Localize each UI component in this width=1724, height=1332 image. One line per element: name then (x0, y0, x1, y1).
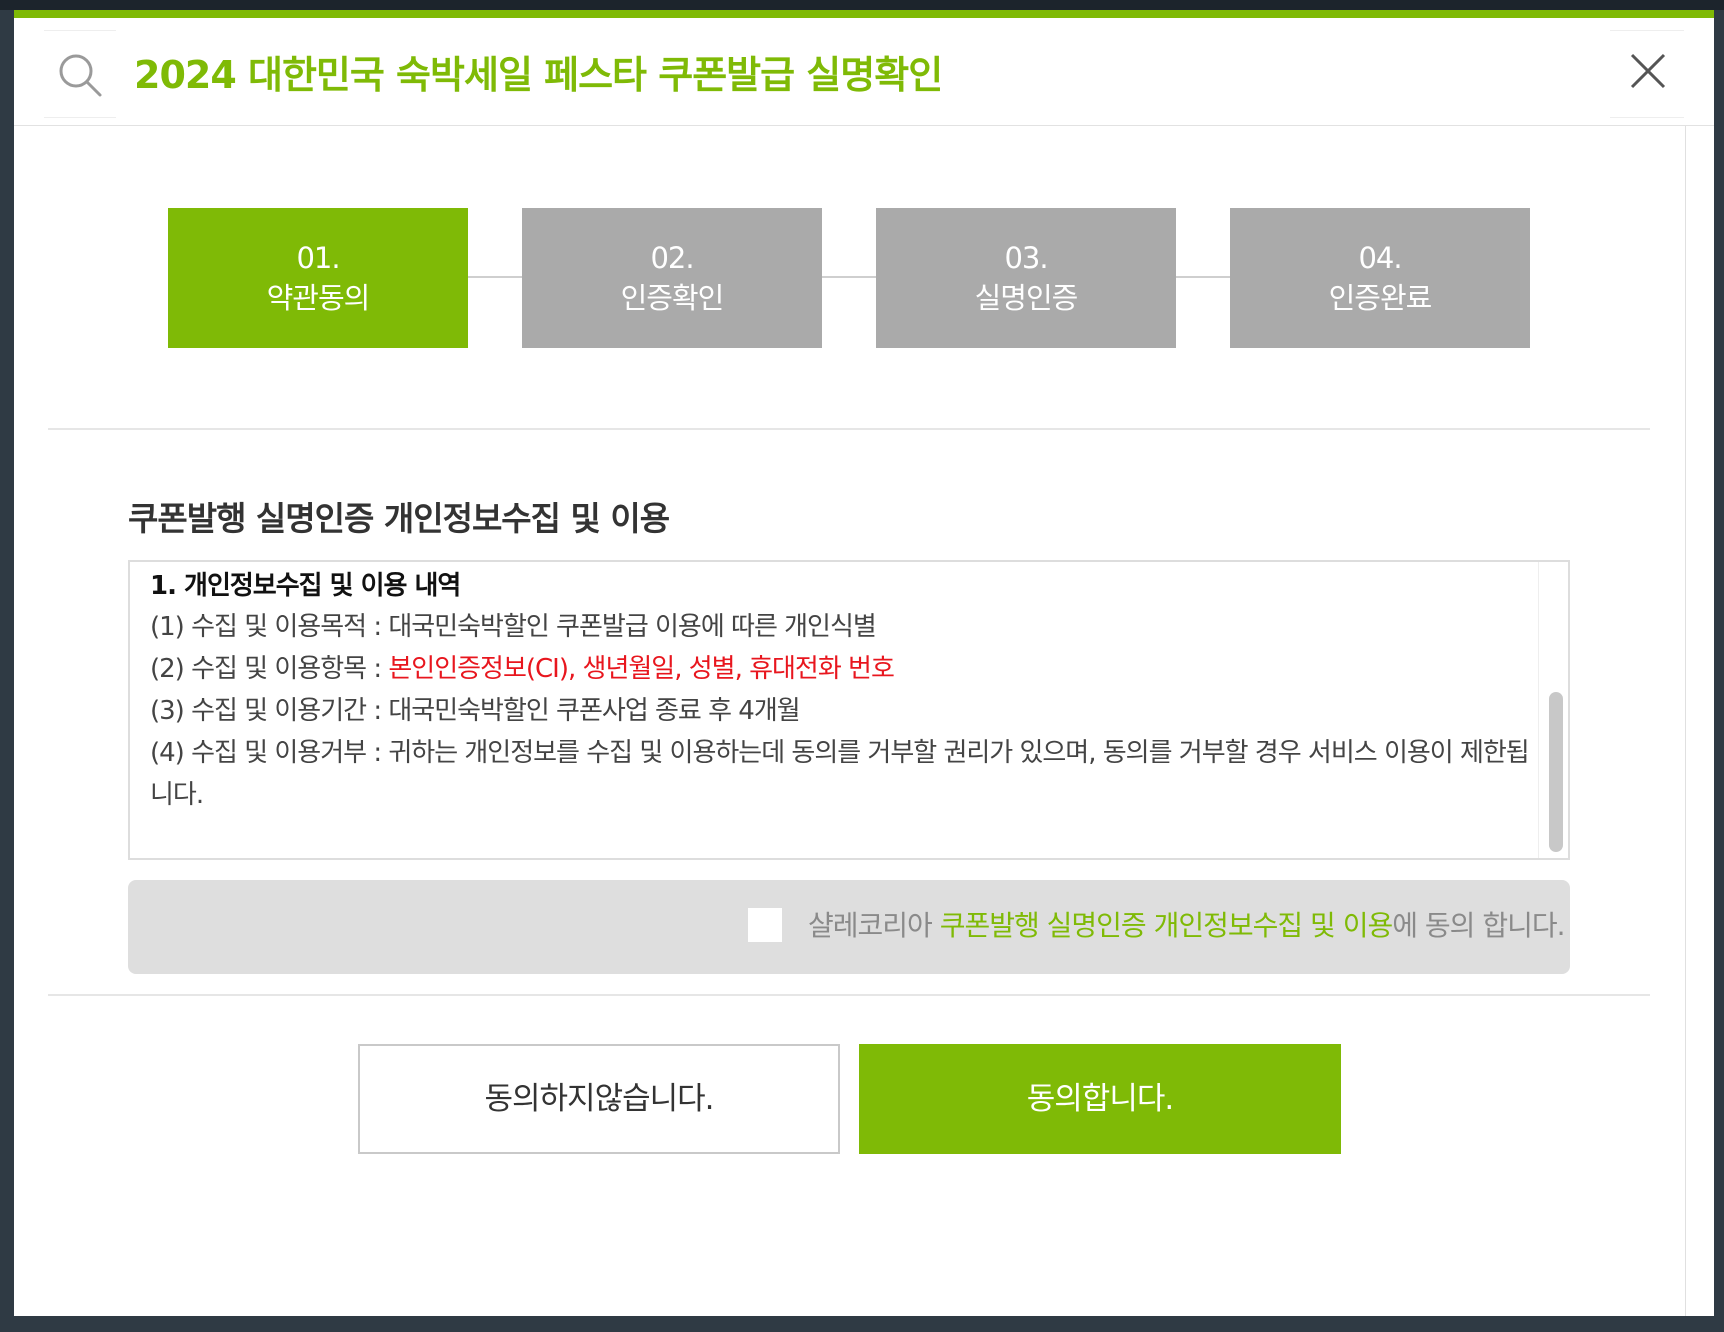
terms-heading: 1. 개인정보수집 및 이용 내역 (150, 571, 461, 601)
section-title: 쿠폰발행 실명인증 개인정보수집 및 이용 (128, 499, 670, 538)
step-number: 02. (650, 241, 694, 275)
real-name-verification-modal: 2024 대한민국 숙박세일 페스타 쿠폰발급 실명확인 01. 약관동의 02… (14, 10, 1714, 1316)
terms-line-refusal: (4) 수집 및 이용거부 : 귀하는 개인정보를 수집 및 이용하는데 동의를… (150, 738, 1530, 810)
disagree-button[interactable]: 동의하지않습니다. (358, 1044, 840, 1154)
terms-content: 1. 개인정보수집 및 이용 내역 (1) 수집 및 이용목적 : 대국민숙박할… (150, 566, 1530, 816)
step-label: 인증완료 (1328, 281, 1433, 315)
terms-line-items: (2) 수집 및 이용항목 : 본인인증정보(CI), 생년월일, 성별, 휴대… (150, 648, 1530, 690)
agree-checkbox[interactable] (748, 908, 782, 942)
step-3: 03. 실명인증 (876, 208, 1176, 348)
step-2: 02. 인증확인 (522, 208, 822, 348)
close-button[interactable] (1610, 30, 1684, 118)
terms-items-prefix: (2) 수집 및 이용항목 : (150, 654, 389, 684)
search-icon-box (44, 30, 116, 118)
modal-title: 2024 대한민국 숙박세일 페스타 쿠폰발급 실명확인 (134, 53, 943, 97)
backdrop (0, 0, 1724, 10)
step-label: 약관동의 (266, 281, 371, 315)
agree-button[interactable]: 동의합니다. (859, 1044, 1341, 1154)
step-connector (822, 276, 882, 278)
step-number: 03. (1004, 241, 1048, 275)
step-number: 01. (296, 241, 340, 275)
step-label: 인증확인 (620, 281, 725, 315)
terms-line-purpose: (1) 수집 및 이용목적 : 대국민숙박할인 쿠폰발급 이용에 따른 개인식별 (150, 612, 877, 642)
step-4: 04. 인증완료 (1230, 208, 1530, 348)
close-icon (1630, 53, 1666, 89)
modal-scroll-edge (1685, 126, 1686, 1316)
agree-prefix: 샬레코리아 (808, 909, 940, 942)
step-number: 04. (1358, 241, 1402, 275)
agree-suffix: 에 동의 합니다. (1392, 909, 1565, 942)
agree-bar: 샬레코리아 쿠폰발행 실명인증 개인정보수집 및 이용에 동의 합니다. (128, 880, 1570, 974)
terms-scrollbar[interactable] (1538, 562, 1568, 858)
divider (48, 428, 1650, 430)
terms-scroll-thumb[interactable] (1549, 692, 1563, 852)
modal-header: 2024 대한민국 숙박세일 페스타 쿠폰발급 실명확인 (14, 18, 1714, 126)
divider (48, 994, 1650, 996)
search-icon (59, 54, 102, 97)
step-connector (1176, 276, 1236, 278)
agree-highlight: 쿠폰발행 실명인증 개인정보수집 및 이용 (939, 909, 1394, 942)
agree-label[interactable]: 샬레코리아 쿠폰발행 실명인증 개인정보수집 및 이용에 동의 합니다. (808, 904, 1566, 944)
terms-line-period: (3) 수집 및 이용기간 : 대국민숙박할인 쿠폰사업 종료 후 4개월 (150, 696, 801, 726)
step-1: 01. 약관동의 (168, 208, 468, 348)
terms-items-highlight: 본인인증정보(CI), 생년월일, 성별, 휴대전화 번호 (388, 654, 895, 684)
step-connector (468, 276, 528, 278)
terms-scroll-box[interactable]: 1. 개인정보수집 및 이용 내역 (1) 수집 및 이용목적 : 대국민숙박할… (128, 560, 1570, 860)
step-label: 실명인증 (974, 281, 1079, 315)
